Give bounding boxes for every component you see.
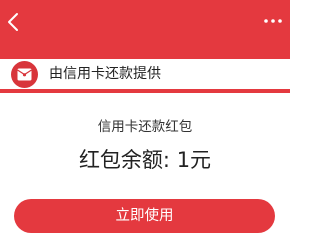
chevron-left-icon bbox=[8, 13, 18, 31]
red-envelope-icon bbox=[17, 68, 32, 81]
balance-amount: 红包余额: 1元 bbox=[78, 148, 212, 172]
back-button[interactable] bbox=[2, 9, 24, 35]
more-horizontal-icon bbox=[264, 19, 282, 23]
provider-avatar bbox=[11, 61, 38, 88]
red-packet-page: 由信用卡还款提供 信用卡还款红包 红包余额: 1元 立即使用 bbox=[0, 0, 290, 246]
nav-bar bbox=[0, 0, 290, 46]
card-subtitle: 信用卡还款红包 bbox=[97, 119, 193, 135]
more-button[interactable] bbox=[260, 10, 286, 32]
provider-text: 由信用卡还款提供 bbox=[49, 66, 161, 82]
use-now-button[interactable]: 立即使用 bbox=[14, 199, 275, 233]
provider-bar: 由信用卡还款提供 bbox=[0, 59, 290, 89]
